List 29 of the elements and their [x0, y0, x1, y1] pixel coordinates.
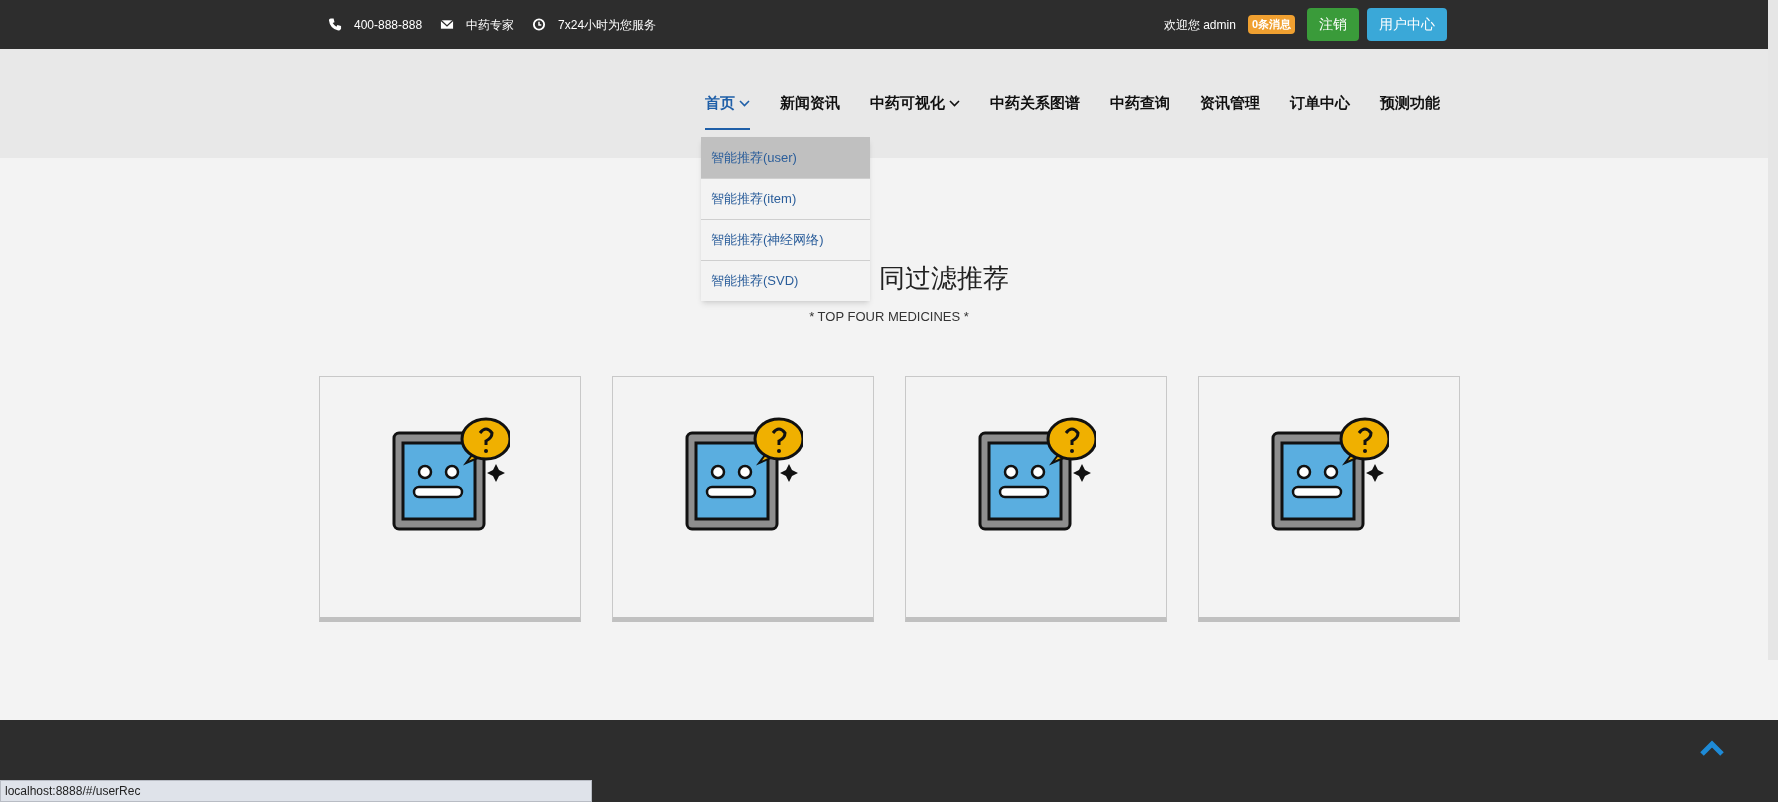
nav-tab[interactable]: 中药可视化: [870, 79, 960, 130]
card[interactable]: [904, 376, 1167, 622]
card[interactable]: [1197, 376, 1460, 622]
back-to-top-icon[interactable]: [1700, 740, 1724, 756]
nav-tab[interactable]: 预测功能: [1380, 79, 1440, 130]
welcome-text: 欢迎您 admin: [1163, 16, 1236, 34]
nav-tab[interactable]: 中药查询: [1110, 79, 1170, 130]
nav-tab[interactable]: 新闻资讯: [780, 79, 840, 130]
status-bar: localhost:8888/#/userRec: [0, 780, 592, 802]
nav-tab[interactable]: 订单中心: [1290, 79, 1350, 130]
nav-tab[interactable]: 首页: [705, 79, 750, 130]
contact-text: 7x24小时为您服务: [558, 16, 657, 34]
dropdown-item[interactable]: 智能推荐(item): [701, 178, 870, 219]
section-title: 同过滤推荐: [879, 262, 1009, 295]
dropdown-item[interactable]: 智能推荐(神经网络): [701, 219, 870, 260]
dropdown-item[interactable]: 智能推荐(SVD): [701, 260, 870, 301]
nav-tab[interactable]: 资讯管理: [1200, 79, 1260, 130]
phone-icon: [328, 17, 342, 32]
clock-icon: [532, 17, 547, 32]
contact-text: 400-888-888: [354, 16, 423, 34]
contact-text: 中药专家: [466, 16, 515, 34]
scrollbar[interactable]: [1768, 0, 1778, 660]
card[interactable]: [611, 376, 874, 622]
envelope-icon: [440, 17, 455, 32]
card[interactable]: [318, 376, 581, 622]
dropdown-item[interactable]: 智能推荐(user): [701, 137, 870, 178]
section-subtitle: * TOP FOUR MEDICINES *: [809, 307, 969, 326]
logout-button[interactable]: 注销: [1307, 8, 1359, 41]
nav-tab[interactable]: 中药关系图谱: [990, 79, 1080, 130]
